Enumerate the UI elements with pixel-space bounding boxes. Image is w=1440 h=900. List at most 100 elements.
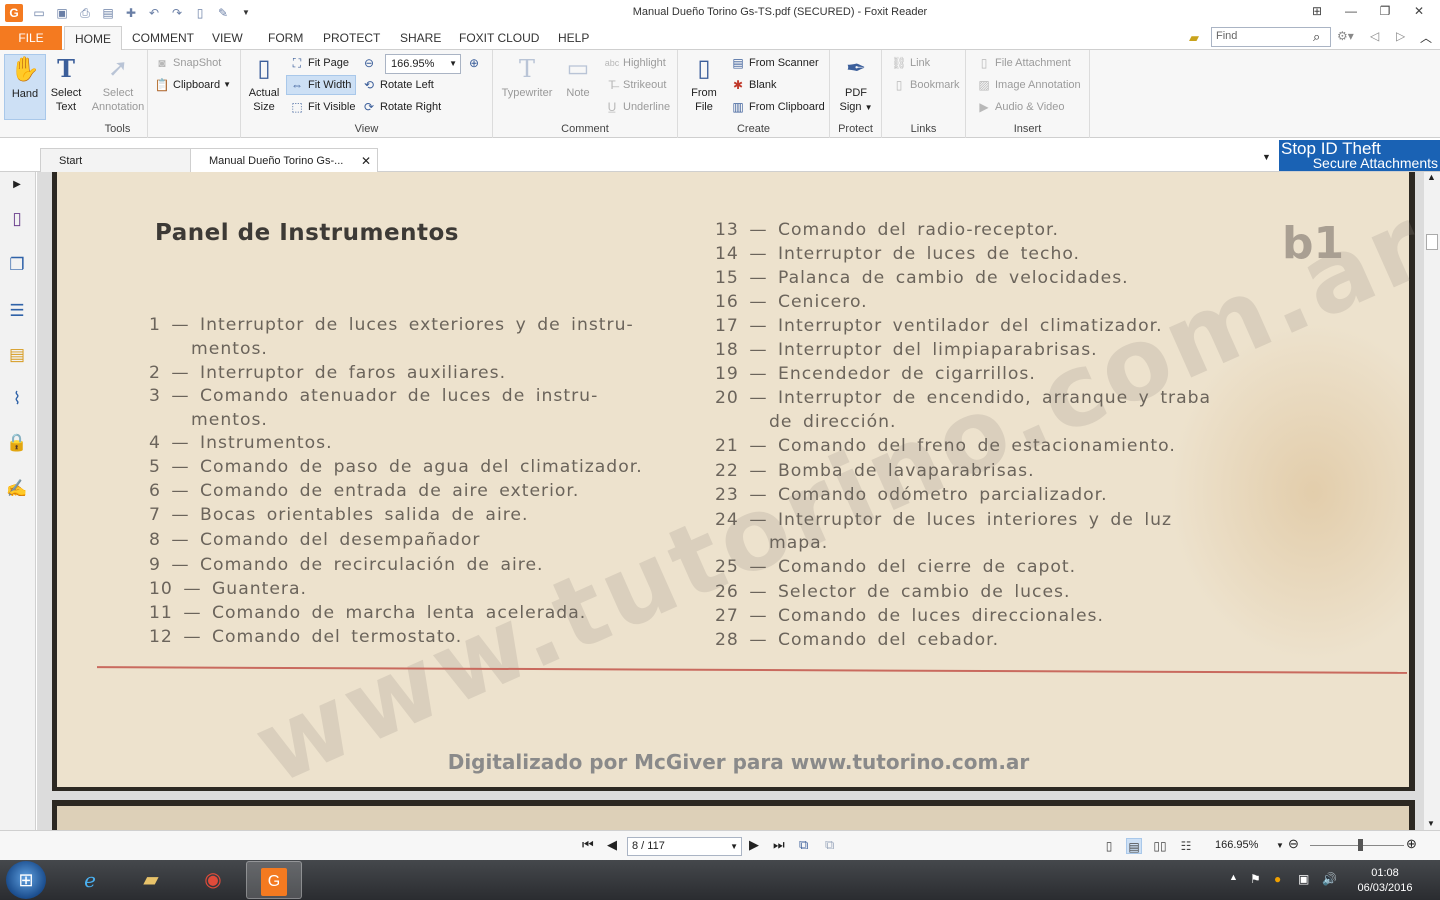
collapse-ribbon-icon[interactable]: ︿ xyxy=(1420,29,1432,46)
comment-group: T Typewriter ▭ Note abc Highlight T̶ Strik… xyxy=(493,50,678,138)
document-viewport[interactable]: www.tutorino.com.ar Panel de Instrumento… xyxy=(37,172,1424,830)
next-page-icon[interactable]: ▶ xyxy=(749,837,759,853)
tab-form[interactable]: FORM xyxy=(268,26,303,50)
tray-app-icon[interactable]: ● xyxy=(1274,872,1281,886)
fit-width-button[interactable]: ⇔ Fit Width xyxy=(286,75,357,95)
from-scanner-button[interactable]: ▤ From Scanner xyxy=(730,53,818,73)
from-clipboard-button[interactable]: ▥ From Clipboard xyxy=(730,97,824,117)
fit-page-button[interactable]: ⛶ Fit Page xyxy=(289,53,349,73)
clipboard-button[interactable]: 📋 Clipboard ▼ xyxy=(154,75,232,95)
strikeout-button[interactable]: T̶ Strikeout xyxy=(604,75,666,95)
chrome-icon[interactable]: ◉ xyxy=(185,861,241,899)
settings-gear-icon[interactable]: ⚙▾ xyxy=(1337,29,1354,43)
zoom-slider-track[interactable] xyxy=(1310,845,1404,846)
file-explorer-icon[interactable]: ▰ xyxy=(123,861,179,899)
first-page-icon[interactable]: ⏮ xyxy=(582,837,594,853)
link-button[interactable]: ⛓ Link xyxy=(891,53,930,73)
pages-panel-icon[interactable]: ❐ xyxy=(6,254,28,276)
zoom-in-button[interactable]: ⊕ xyxy=(466,53,485,73)
continuous-view-icon[interactable]: ▤ xyxy=(1126,838,1142,854)
select-annotation-button[interactable]: ➚ Select Annotation xyxy=(88,54,148,114)
internet-explorer-icon[interactable]: e xyxy=(62,861,118,899)
rotate-right-button[interactable]: ⟳ Rotate Right xyxy=(361,97,441,117)
next-view-icon[interactable]: ⧉ xyxy=(825,837,834,853)
search-folder-icon[interactable]: ▰ xyxy=(1189,30,1199,46)
scroll-down-icon[interactable]: ▼ xyxy=(1427,819,1435,828)
select-text-button[interactable]: T Select Text xyxy=(48,54,84,114)
advertisement-banner[interactable]: Stop ID Theft Secure Attachments xyxy=(1279,140,1440,171)
close-icon[interactable]: ✕ xyxy=(1402,0,1436,22)
search-icon[interactable]: ⌕ xyxy=(1313,29,1320,45)
facing-view-icon[interactable]: ▯▯ xyxy=(1152,838,1168,854)
windows-start-button[interactable]: ⊞ xyxy=(6,861,46,899)
tab-protect[interactable]: PROTECT xyxy=(323,26,380,50)
zoom-out-button[interactable]: ⊖ xyxy=(361,53,380,73)
system-clock[interactable]: 01:08 06/03/2016 xyxy=(1352,866,1418,896)
highlight-button[interactable]: abc Highlight xyxy=(604,53,666,73)
expand-panel-icon[interactable]: ▶ xyxy=(6,174,28,196)
security-panel-icon[interactable]: 🔒 xyxy=(6,432,28,454)
previous-result-icon[interactable]: ◁ xyxy=(1370,29,1379,43)
single-page-view-icon[interactable]: ▯ xyxy=(1101,838,1117,854)
file-menu-tab[interactable]: FILE xyxy=(0,26,62,50)
status-zoom-out-icon[interactable]: ⊖ xyxy=(1288,836,1299,852)
previous-view-icon[interactable]: ⧉ xyxy=(799,837,808,853)
previous-page-icon[interactable]: ◀ xyxy=(607,837,617,853)
network-icon[interactable]: ▣ xyxy=(1298,872,1309,886)
show-hidden-icons[interactable]: ▲ xyxy=(1229,872,1238,882)
tabs-dropdown-icon[interactable]: ▼ xyxy=(1262,152,1271,162)
tab-document[interactable]: Manual Dueño Torino Gs-... ✕ xyxy=(190,148,378,172)
blank-button[interactable]: ✱ Blank xyxy=(730,75,777,95)
next-result-icon[interactable]: ▷ xyxy=(1396,29,1405,43)
layers-panel-icon[interactable]: ☰ xyxy=(6,300,28,322)
link-icon: ⛓ xyxy=(891,56,907,70)
tab-share[interactable]: SHARE xyxy=(400,26,441,50)
tools-group-label: Tools xyxy=(104,123,131,135)
bookmark-button[interactable]: ▯ Bookmark xyxy=(891,75,960,95)
signature-panel-icon[interactable]: ✍ xyxy=(6,478,28,500)
pdf-sign-button[interactable]: ✒ PDF Sign ▼ xyxy=(836,54,876,115)
fit-visible-button[interactable]: ⬚ Fit Visible xyxy=(289,97,355,117)
status-zoom-in-icon[interactable]: ⊕ xyxy=(1406,836,1417,852)
status-zoom-dropdown-icon[interactable]: ▼ xyxy=(1276,841,1284,850)
minimize-icon[interactable]: — xyxy=(1334,0,1368,22)
zoom-slider-thumb[interactable] xyxy=(1358,839,1363,851)
rotate-left-button[interactable]: ⟲ Rotate Left xyxy=(361,75,434,95)
zoom-select[interactable]: 166.95% ▼ xyxy=(385,54,461,74)
volume-icon[interactable]: 🔊 xyxy=(1322,872,1337,886)
tab-home[interactable]: HOME xyxy=(64,26,122,51)
snapshot-button[interactable]: ◙ SnapShot xyxy=(154,53,221,73)
tab-start[interactable]: Start xyxy=(40,148,192,172)
file-attachment-button[interactable]: ▯ File Attachment xyxy=(976,53,1071,73)
typewriter-button[interactable]: T Typewriter xyxy=(499,54,555,100)
close-tab-icon[interactable]: ✕ xyxy=(361,149,371,173)
tab-foxit-cloud[interactable]: FOXIT CLOUD xyxy=(459,26,539,50)
comment-group-label: Comment xyxy=(561,123,609,135)
image-annotation-button[interactable]: ▨ Image Annotation xyxy=(976,75,1080,95)
ribbon-toggle-icon[interactable]: ⊞ xyxy=(1300,0,1334,22)
tab-view[interactable]: VIEW xyxy=(212,26,243,50)
actual-size-button[interactable]: ▯ Actual Size xyxy=(245,54,283,114)
clock-date: 06/03/2016 xyxy=(1357,882,1413,894)
restore-icon[interactable]: ❐ xyxy=(1368,0,1402,22)
from-file-button[interactable]: ▯ From File xyxy=(684,54,724,114)
tab-comment[interactable]: COMMENT xyxy=(132,26,194,50)
action-center-flag-icon[interactable]: ⚑ xyxy=(1250,872,1261,886)
foxit-reader-icon[interactable]: G xyxy=(246,861,302,899)
audio-video-button[interactable]: ▶ Audio & Video xyxy=(976,97,1064,117)
last-page-icon[interactable]: ⏭ xyxy=(773,837,785,853)
attachments-panel-icon[interactable]: ⌇ xyxy=(6,388,28,410)
status-zoom-value[interactable]: 166.95% xyxy=(1215,839,1258,851)
comments-panel-icon[interactable]: ▤ xyxy=(6,344,28,366)
underline-button[interactable]: U̲ Underline xyxy=(604,97,670,117)
from-file-label-2: File xyxy=(695,101,713,113)
scroll-up-icon[interactable]: ▲ xyxy=(1427,172,1436,182)
tab-help[interactable]: HELP xyxy=(558,26,589,50)
scroll-thumb[interactable] xyxy=(1426,234,1438,250)
continuous-facing-view-icon[interactable]: ☷ xyxy=(1178,838,1194,854)
bookmarks-panel-icon[interactable]: ▯ xyxy=(6,208,28,230)
hand-tool-button[interactable]: ✋ Hand xyxy=(4,54,46,120)
vertical-scrollbar[interactable]: ▲ ▼ xyxy=(1424,172,1440,830)
note-button[interactable]: ▭ Note xyxy=(561,54,595,100)
page-number-input[interactable]: 8 / 117 ▼ xyxy=(627,837,742,856)
